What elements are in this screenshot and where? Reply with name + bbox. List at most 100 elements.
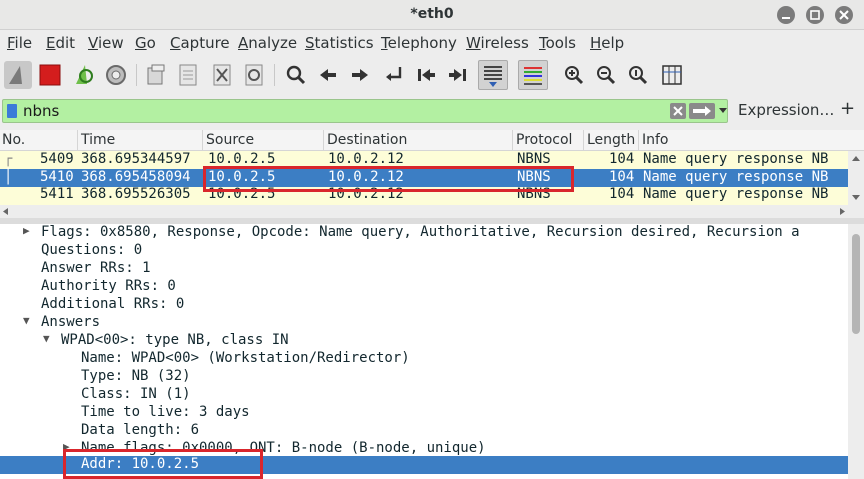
find-packet-search-icon[interactable] [282, 61, 310, 89]
column-divider[interactable] [638, 130, 639, 151]
packet-list: No. Time Source Destination Protocol Len… [0, 130, 864, 218]
cell-length: 104 [609, 187, 635, 202]
cell-no: 5411 [40, 187, 74, 202]
last-packet-icon[interactable] [444, 61, 472, 89]
detail-row-answers[interactable]: ▼ Answers [0, 314, 848, 332]
related-packet-icon: ┌ [4, 151, 13, 167]
menu-wireless[interactable]: Wireless [466, 34, 529, 52]
column-header-time[interactable]: Time [81, 132, 115, 148]
cell-info: Name query response NB [643, 187, 829, 202]
detail-row-data-length[interactable]: Data length: 6 [0, 422, 848, 440]
detail-row-answer-rrs[interactable]: Answer RRs: 1 [0, 260, 848, 278]
menu-go[interactable]: Go [135, 34, 156, 52]
go-back-arrow-icon[interactable] [314, 61, 342, 89]
detail-row-class[interactable]: Class: IN (1) [0, 386, 848, 404]
detail-row-type[interactable]: Type: NB (32) [0, 368, 848, 386]
detail-row-name[interactable]: Name: WPAD<00> (Workstation/Redirector) [0, 350, 848, 368]
go-to-packet-icon[interactable] [380, 61, 408, 89]
minimize-button[interactable] [777, 6, 795, 24]
close-file-icon[interactable] [208, 61, 236, 89]
autoscroll-icon[interactable] [478, 60, 508, 90]
packet-row-selected[interactable]: │ 5410 368.695458094 10.0.2.5 10.0.2.12 … [0, 169, 848, 187]
zoom-in-icon[interactable] [560, 61, 588, 89]
related-packet-icon: │ [4, 169, 13, 185]
restart-capture-icon[interactable] [70, 61, 98, 89]
detail-row-additional-rrs[interactable]: Additional RRs: 0 [0, 296, 848, 314]
menu-capture[interactable]: Capture [170, 34, 230, 52]
column-header-info[interactable]: Info [642, 132, 669, 148]
clear-filter-icon[interactable] [670, 103, 686, 119]
column-divider[interactable] [583, 130, 584, 151]
menu-bar: File Edit View Go Capture Analyze Statis… [0, 30, 864, 56]
details-vertical-scrollbar[interactable] [848, 224, 864, 479]
collapse-arrow-icon[interactable]: ▼ [23, 314, 30, 327]
maximize-button[interactable] [806, 6, 824, 24]
packet-row[interactable]: ┌ 5409 368.695344597 10.0.2.5 10.0.2.12 … [0, 151, 848, 169]
cell-time: 368.695458094 [81, 169, 191, 185]
apply-filter-arrow-icon[interactable] [689, 103, 715, 119]
column-divider[interactable] [202, 130, 203, 151]
cell-protocol: NBNS [517, 169, 551, 185]
filter-text[interactable]: nbns [23, 102, 59, 120]
column-header-source[interactable]: Source [206, 132, 254, 148]
scrollbar-thumb[interactable] [852, 234, 860, 334]
menu-edit[interactable]: Edit [46, 34, 75, 52]
column-divider[interactable] [77, 130, 78, 151]
column-header-destination[interactable]: Destination [327, 132, 407, 148]
menu-file[interactable]: File [7, 34, 32, 52]
zoom-normal-icon[interactable] [624, 61, 652, 89]
cell-source: 10.0.2.5 [208, 187, 276, 202]
save-file-icon[interactable] [174, 61, 202, 89]
window-title: *eth0 [410, 6, 454, 22]
open-file-icon[interactable] [142, 61, 170, 89]
zoom-out-icon[interactable] [592, 61, 620, 89]
packet-details-pane: ▶ Flags: 0x8580, Response, Opcode: Name … [0, 224, 864, 479]
column-divider[interactable] [323, 130, 324, 151]
capture-options-gear-icon[interactable] [102, 61, 130, 89]
cell-info: Name query response NB [643, 151, 829, 167]
column-divider[interactable] [512, 130, 513, 151]
menu-view[interactable]: View [88, 34, 124, 52]
go-forward-arrow-icon[interactable] [346, 61, 374, 89]
detail-row-ttl[interactable]: Time to live: 3 days [0, 404, 848, 422]
bookmark-icon[interactable] [7, 104, 17, 118]
menu-analyze[interactable]: Analyze [238, 34, 297, 52]
stop-capture-icon[interactable] [36, 61, 64, 89]
detail-row-questions[interactable]: Questions: 0 [0, 242, 848, 260]
expand-arrow-icon[interactable]: ▶ [63, 440, 70, 453]
detail-row-addr-selected[interactable]: Addr: 10.0.2.5 [0, 456, 848, 474]
column-header-length[interactable]: Length [587, 132, 635, 148]
cell-source: 10.0.2.5 [208, 169, 276, 185]
detail-row-authority-rrs[interactable]: Authority RRs: 0 [0, 278, 848, 296]
close-button[interactable] [835, 6, 853, 24]
expression-button[interactable]: Expression… [738, 101, 834, 119]
menu-statistics[interactable]: Statistics [305, 34, 374, 52]
expand-arrow-icon[interactable]: ▶ [23, 224, 30, 237]
cell-time: 368.695526305 [81, 187, 191, 202]
cell-no: 5410 [40, 169, 74, 185]
first-packet-icon[interactable] [412, 61, 440, 89]
column-header-protocol[interactable]: Protocol [516, 132, 572, 148]
detail-row-flags[interactable]: ▶ Flags: 0x8580, Response, Opcode: Name … [0, 224, 848, 242]
shark-fin-start-icon[interactable] [4, 61, 32, 89]
colorize-packets-icon[interactable] [518, 60, 548, 90]
add-filter-button[interactable]: + [840, 98, 855, 119]
packet-list-vertical-scrollbar[interactable] [848, 151, 864, 218]
menu-telephony[interactable]: Telephony [381, 34, 457, 52]
cell-no: 5409 [40, 151, 74, 167]
display-filter-input[interactable]: nbns [2, 99, 728, 123]
cell-destination: 10.0.2.12 [328, 187, 404, 202]
resize-columns-icon[interactable] [658, 61, 686, 89]
menu-tools[interactable]: Tools [539, 34, 576, 52]
column-header-no[interactable]: No. [2, 132, 25, 148]
cell-protocol: NBNS [517, 151, 551, 167]
cell-time: 368.695344597 [81, 151, 191, 167]
collapse-arrow-icon[interactable]: ▼ [43, 332, 50, 345]
toolbar-separator [274, 64, 275, 86]
packet-list-horizontal-scrollbar[interactable] [0, 205, 848, 218]
menu-help[interactable]: Help [590, 34, 624, 52]
packet-row[interactable]: 5411 368.695526305 10.0.2.5 10.0.2.12 NB… [0, 187, 848, 205]
detail-row-wpad[interactable]: ▼ WPAD<00>: type NB, class IN [0, 332, 848, 350]
chevron-down-icon[interactable] [719, 108, 727, 113]
reload-file-icon[interactable] [240, 61, 268, 89]
